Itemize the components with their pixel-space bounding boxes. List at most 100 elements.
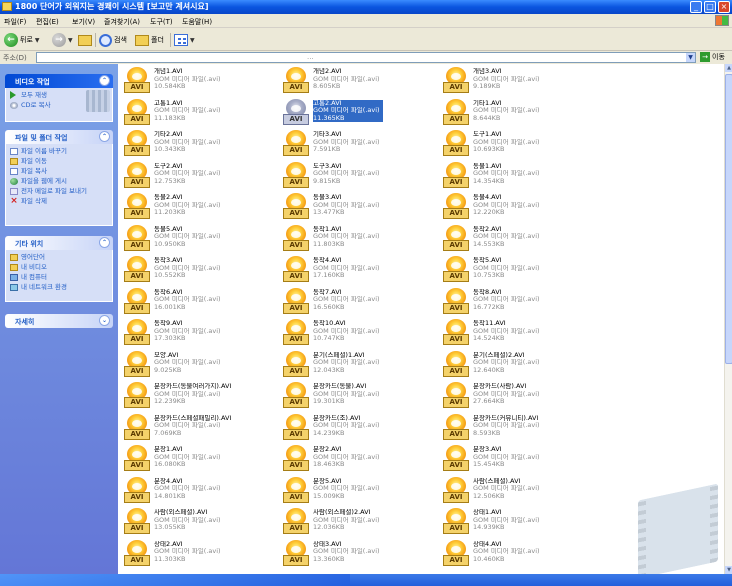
file-item[interactable]: AVI 기타1.AVI GOM 미디어 파일(.avi) 8.644KB	[440, 98, 600, 129]
avi-icon-label: AVI	[283, 397, 309, 408]
place-my-network[interactable]: 내 네트워크 환경	[10, 283, 108, 291]
menu-help[interactable]: 도움말(H)	[182, 17, 212, 27]
folders-button[interactable]: 폴더	[135, 32, 164, 48]
delete-x-icon: ×	[10, 196, 18, 206]
file-item[interactable]: AVI 도구2.AVI GOM 미디어 파일(.avi) 12.753KB	[121, 161, 281, 192]
expand-chevron-icon[interactable]: ⌄	[99, 315, 110, 326]
file-item[interactable]: AVI 사람(외스페셜)2.AVI GOM 미디어 파일(.avi) 12.036KB	[280, 507, 440, 538]
up-folder-button[interactable]	[78, 32, 92, 48]
other-places-header[interactable]: 기타 위치 ⌃	[5, 236, 113, 250]
publish-web-link[interactable]: 파일을 웹에 게시	[10, 177, 108, 185]
file-item[interactable]: AVI 분장카드(사람).AVI GOM 미디어 파일(.avi) 27.664KB	[440, 381, 600, 412]
rename-file-link[interactable]: 파일 이름 바꾸기	[10, 147, 108, 155]
file-item[interactable]: AVI 고통2.AVI GOM 미디어 파일(.avi) 11.365KB	[280, 98, 440, 129]
address-input[interactable]: ...	[36, 52, 696, 63]
file-item[interactable]: AVI 분장카드(스페셜패밀리).AVI GOM 미디어 파일(.avi) 7.069…	[121, 413, 281, 444]
views-dropdown-icon[interactable]: ▼	[190, 37, 195, 44]
place-my-computer[interactable]: 내 컴퓨터	[10, 273, 108, 281]
file-item[interactable]: AVI 분장4.AVI GOM 미디어 파일(.avi) 14.801KB	[121, 476, 281, 507]
scroll-thumb[interactable]	[725, 74, 732, 364]
menu-favorites[interactable]: 즐겨찾기(A)	[104, 17, 140, 27]
file-item[interactable]: AVI 동물5.AVI GOM 미디어 파일(.avi) 10.950KB	[121, 224, 281, 255]
file-item[interactable]: AVI 동물3.AVI GOM 미디어 파일(.avi) 13.477KB	[280, 192, 440, 223]
video-tasks-header[interactable]: 비디오 작업 ⌃	[5, 74, 113, 88]
file-item[interactable]: AVI 동작2.AVI GOM 미디어 파일(.avi) 14.553KB	[440, 224, 600, 255]
file-type: GOM 미디어 파일(.avi)	[313, 453, 380, 461]
file-size: 9.189KB	[473, 83, 501, 90]
copy-file-link[interactable]: 파일 복사	[10, 167, 108, 175]
file-item[interactable]: AVI 도구3.AVI GOM 미디어 파일(.avi) 9.815KB	[280, 161, 440, 192]
file-item[interactable]: AVI 상태2.AVI GOM 미디어 파일(.avi) 11.303KB	[121, 539, 281, 570]
file-item[interactable]: AVI 분기(스페셜)2.AVI GOM 미디어 파일(.avi) 12.640KB	[440, 350, 600, 381]
place-my-videos[interactable]: 내 비디오	[10, 263, 108, 271]
file-item[interactable]: AVI 분장카드(동물).AVI GOM 미디어 파일(.avi) 19.301KB	[280, 381, 440, 412]
address-dropdown-icon[interactable]: ▼	[686, 53, 695, 62]
file-item[interactable]: AVI 동작9.AVI GOM 미디어 파일(.avi) 17.303KB	[121, 318, 281, 349]
file-item[interactable]: AVI 도구1.AVI GOM 미디어 파일(.avi) 10.693KB	[440, 129, 600, 160]
file-item[interactable]: AVI 상태3.AVI GOM 미디어 파일(.avi) 13.360KB	[280, 539, 440, 570]
minimize-button[interactable]: _	[690, 1, 702, 13]
file-item[interactable]: AVI 분장5.AVI GOM 미디어 파일(.avi) 15.009KB	[280, 476, 440, 507]
file-item[interactable]: AVI 분장1.AVI GOM 미디어 파일(.avi) 16.080KB	[121, 444, 281, 475]
place-english-words[interactable]: 영어단어	[10, 253, 108, 261]
file-item[interactable]: AVI 분장카드(조).AVI GOM 미디어 파일(.avi) 14.239KB	[280, 413, 440, 444]
file-item[interactable]: AVI 사람(외스페셜).AVI GOM 미디어 파일(.avi) 13.055KB	[121, 507, 281, 538]
vertical-scrollbar[interactable]: ▲ ▼	[724, 64, 732, 574]
file-item[interactable]: AVI 동물2.AVI GOM 미디어 파일(.avi) 11.203KB	[121, 192, 281, 223]
go-button[interactable]: → 이동	[700, 52, 725, 62]
file-item[interactable]: AVI 개념2.AVI GOM 미디어 파일(.avi) 8.605KB	[280, 66, 440, 97]
file-item[interactable]: AVI 동작8.AVI GOM 미디어 파일(.avi) 16.772KB	[440, 287, 600, 318]
file-item[interactable]: AVI 기타2.AVI GOM 미디어 파일(.avi) 10.343KB	[121, 129, 281, 160]
file-item[interactable]: AVI 동작6.AVI GOM 미디어 파일(.avi) 16.001KB	[121, 287, 281, 318]
file-item[interactable]: AVI 동작4.AVI GOM 미디어 파일(.avi) 17.160KB	[280, 255, 440, 286]
file-item[interactable]: AVI 동작10.AVI GOM 미디어 파일(.avi) 10.747KB	[280, 318, 440, 349]
file-item[interactable]: AVI 모양.AVI GOM 미디어 파일(.avi) 9.025KB	[121, 350, 281, 381]
file-item[interactable]: AVI 동작3.AVI GOM 미디어 파일(.avi) 10.552KB	[121, 255, 281, 286]
file-size: 12.036KB	[313, 524, 345, 531]
move-file-link[interactable]: 파일 이동	[10, 157, 108, 165]
menu-edit[interactable]: 편집(E)	[36, 17, 59, 27]
delete-file-link[interactable]: × 파일 삭제	[10, 196, 108, 206]
maximize-button[interactable]: □	[704, 1, 716, 13]
file-item[interactable]: AVI 개념1.AVI GOM 미디어 파일(.avi) 10.584KB	[121, 66, 281, 97]
file-item[interactable]: AVI 분기(스페셜)1.AVI GOM 미디어 파일(.avi) 12.043KB	[280, 350, 440, 381]
avi-file-icon: AVI	[283, 98, 309, 126]
file-item[interactable]: AVI 동작5.AVI GOM 미디어 파일(.avi) 10.753KB	[440, 255, 600, 286]
file-item[interactable]: AVI 분장카드(커뮤니티).AVI GOM 미디어 파일(.avi) 8.593KB	[440, 413, 600, 444]
folder-icon	[10, 254, 18, 261]
email-file-link[interactable]: 전자 메일로 파일 보내기	[10, 187, 108, 195]
file-item[interactable]: AVI 상태1.AVI GOM 미디어 파일(.avi) 14.939KB	[440, 507, 600, 538]
file-item[interactable]: AVI 동작7.AVI GOM 미디어 파일(.avi) 16.560KB	[280, 287, 440, 318]
details-header[interactable]: 자세히 ⌄	[5, 314, 113, 328]
forward-button[interactable]: → ▼	[52, 32, 73, 48]
file-item[interactable]: AVI 동물1.AVI GOM 미디어 파일(.avi) 14.354KB	[440, 161, 600, 192]
collapse-chevron-icon[interactable]: ⌃	[99, 75, 110, 86]
file-item[interactable]: AVI 개념3.AVI GOM 미디어 파일(.avi) 9.189KB	[440, 66, 600, 97]
file-tasks-header[interactable]: 파일 및 폴더 작업 ⌃	[5, 130, 113, 144]
close-button[interactable]: ×	[718, 1, 730, 13]
collapse-chevron-icon[interactable]: ⌃	[99, 131, 110, 142]
title-bar[interactable]: 1800 단어가 외워지는 경쾌이 시스템 [보고만 계셔시요] _ □ ×	[0, 0, 732, 14]
file-item[interactable]: AVI 분장3.AVI GOM 미디어 파일(.avi) 15.454KB	[440, 444, 600, 475]
scroll-up-icon[interactable]: ▲	[725, 64, 732, 72]
file-text: 상태2.AVI GOM 미디어 파일(.avi) 11.303KB	[154, 541, 286, 564]
forward-dropdown-icon[interactable]: ▼	[68, 37, 73, 44]
file-item[interactable]: AVI 동작1.AVI GOM 미디어 파일(.avi) 11.803KB	[280, 224, 440, 255]
file-item[interactable]: AVI 사람(스페셜).AVI GOM 미디어 파일(.avi) 12.506KB	[440, 476, 600, 507]
search-button[interactable]: 검색	[99, 32, 127, 48]
file-item[interactable]: AVI 동물4.AVI GOM 미디어 파일(.avi) 12.220KB	[440, 192, 600, 223]
back-button[interactable]: ← 뒤로 ▼	[4, 32, 40, 48]
menu-tools[interactable]: 도구(T)	[150, 17, 173, 27]
file-item[interactable]: AVI 고통1.AVI GOM 미디어 파일(.avi) 11.183KB	[121, 98, 281, 129]
menu-file[interactable]: 파일(F)	[4, 17, 26, 27]
file-item[interactable]: AVI 기타3.AVI GOM 미디어 파일(.avi) 7.591KB	[280, 129, 440, 160]
file-item[interactable]: AVI 상태4.AVI GOM 미디어 파일(.avi) 10.460KB	[440, 539, 600, 570]
file-item[interactable]: AVI 분장카드(동물여러가지).AVI GOM 미디어 파일(.avi) 12.23…	[121, 381, 281, 412]
views-button[interactable]: ▼	[174, 32, 195, 48]
file-item[interactable]: AVI 분장2.AVI GOM 미디어 파일(.avi) 18.463KB	[280, 444, 440, 475]
collapse-chevron-icon[interactable]: ⌃	[99, 237, 110, 248]
file-item[interactable]: AVI 동작11.AVI GOM 미디어 파일(.avi) 14.524KB	[440, 318, 600, 349]
menu-view[interactable]: 보기(V)	[72, 17, 95, 27]
back-dropdown-icon[interactable]: ▼	[35, 37, 40, 44]
scroll-down-icon[interactable]: ▼	[725, 566, 732, 574]
